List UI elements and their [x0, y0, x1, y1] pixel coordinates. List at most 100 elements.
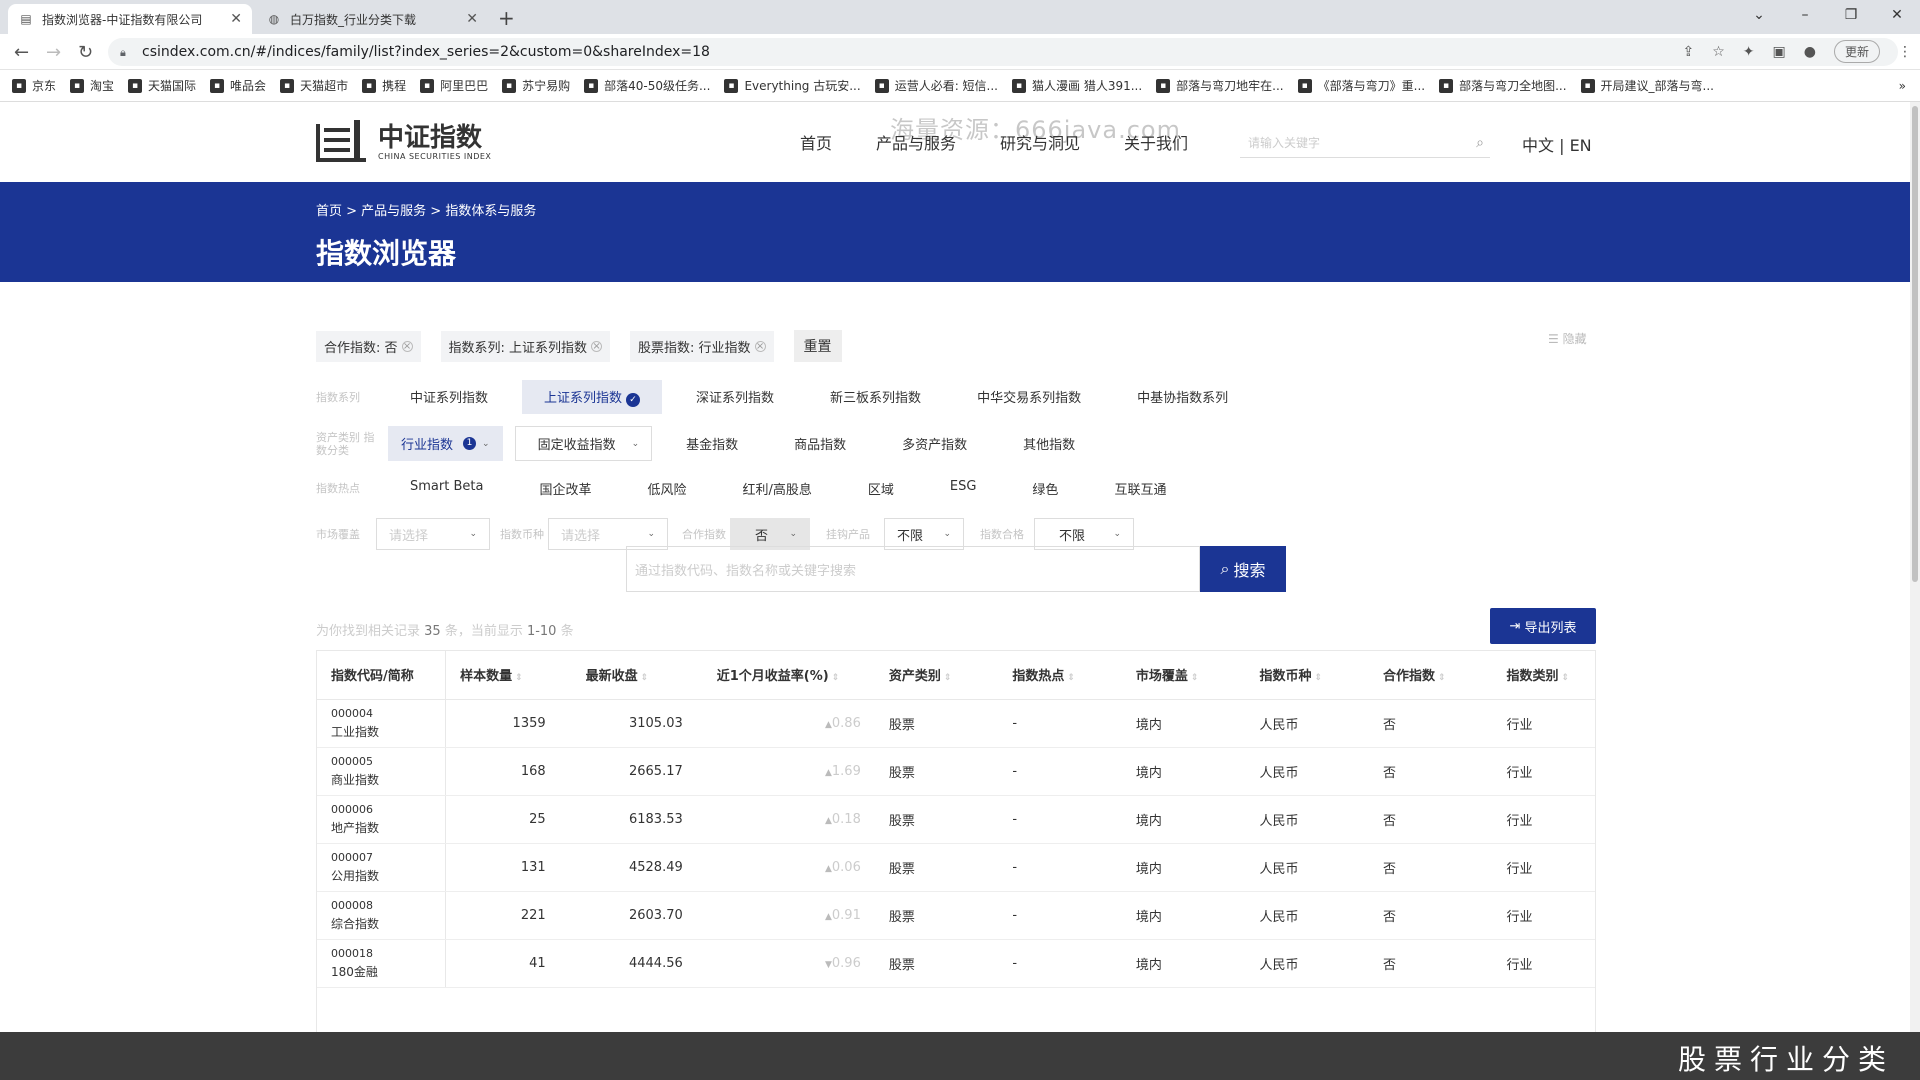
bookmark-item[interactable]: ▪ 部落40-50级任务... — [584, 77, 710, 94]
reload-icon[interactable]: ↻ — [78, 42, 93, 63]
column-header[interactable]: 合作指数 ⇕ — [1368, 651, 1493, 700]
series-option[interactable]: 中华交易系列指数 — [955, 380, 1104, 414]
table-row[interactable]: 000004工业指数13593105.03▲0.86股票-境内人民币否行业199 — [317, 699, 1595, 748]
minimize-button[interactable]: – — [1782, 0, 1828, 30]
close-icon[interactable]: × — [401, 340, 413, 352]
sort-icon[interactable]: ⇕ — [1562, 673, 1570, 683]
close-icon[interactable]: × — [591, 340, 603, 352]
table-row[interactable]: 000007公用指数1314528.49▲0.06股票-境内人民币否行业199 — [317, 843, 1595, 892]
index-name[interactable]: 180金融 — [331, 963, 445, 981]
index-search-input[interactable]: 通过指数代码、指数名称或关键字搜索 — [626, 546, 1200, 592]
bookmark-item[interactable]: ▪ 开局建议_部落与弯... — [1580, 77, 1714, 94]
update-button[interactable]: 更新 — [1833, 40, 1880, 63]
breadcrumb[interactable]: 首页 > 产品与服务 > 指数体系与服务 — [316, 200, 536, 219]
new-tab-button[interactable]: + — [498, 6, 515, 30]
column-header[interactable]: 样本数量 ⇕ — [445, 651, 572, 700]
index-code-name[interactable]: 000007 公用指数 — [317, 843, 447, 892]
close-icon[interactable]: ✕ — [466, 11, 478, 27]
sort-icon[interactable]: ⇕ — [1191, 673, 1199, 683]
sort-icon[interactable]: ⇕ — [1438, 673, 1446, 683]
asset-option[interactable]: 基金指数 — [664, 427, 761, 460]
bookmark-item[interactable]: ▪ 天猫国际 — [128, 77, 196, 94]
index-name[interactable]: 公用指数 — [331, 867, 445, 885]
language-switch[interactable]: 中文 | EN — [1522, 132, 1592, 156]
sidebar-icon[interactable]: ▣ — [1773, 44, 1786, 60]
bookmark-item[interactable]: ▪ 携程 — [362, 77, 406, 94]
nav-item[interactable]: 研究与洞见 — [1000, 130, 1080, 154]
site-search-input[interactable]: 请输入关键字 ⌕ — [1240, 128, 1490, 158]
more-bookmarks-icon[interactable]: » — [1899, 79, 1906, 93]
asset-option[interactable]: 商品指数 — [772, 427, 869, 460]
sort-icon[interactable]: ⇕ — [1314, 673, 1322, 683]
hide-filters-button[interactable]: ☰ 隐藏 — [1548, 330, 1587, 347]
url-field[interactable]: 🔒︎ csindex.com.cn/#/indices/family/list?… — [108, 38, 1898, 66]
index-code-name[interactable]: 000008 综合指数 — [317, 891, 447, 940]
export-button[interactable]: ⇥ 导出列表 — [1490, 608, 1596, 644]
column-header[interactable]: 指数热点 ⇕ — [998, 651, 1122, 700]
extensions-icon[interactable]: ✦ — [1743, 44, 1755, 60]
sort-icon[interactable]: ⇕ — [832, 673, 840, 683]
bookmark-item[interactable]: ▪ 部落与弯刀全地图... — [1439, 77, 1567, 94]
index-code-name[interactable]: 000018 180金融 — [317, 939, 447, 988]
bookmark-item[interactable]: ▪ 苏宁易购 — [502, 77, 570, 94]
nav-item[interactable]: 产品与服务 — [876, 130, 956, 154]
table-row[interactable]: 000008综合指数2212603.70▲0.91股票-境内人民币否行业199 — [317, 891, 1595, 940]
restore-button[interactable]: ❐ — [1828, 0, 1874, 30]
series-option[interactable]: 中基协指数系列 — [1115, 380, 1251, 414]
forward-icon[interactable]: → — [46, 42, 61, 63]
column-header[interactable]: 最新收盘 ⇕ — [571, 651, 703, 700]
nav-item[interactable]: 关于我们 — [1124, 130, 1188, 154]
bookmark-item[interactable]: ▪ 运营人必看: 短信... — [874, 77, 998, 94]
column-header[interactable]: 指数币种 ⇕ — [1245, 651, 1369, 700]
tab-search-icon[interactable]: ⌄ — [1736, 0, 1782, 30]
filter-chip[interactable]: 指数系列: 上证系列指数 × — [440, 330, 611, 362]
bookmark-item[interactable]: ▪ 猫人漫画 猎人391... — [1012, 77, 1142, 94]
table-row[interactable]: 000018180金融414444.56▼0.96股票-境内人民币否行业200 — [317, 939, 1595, 988]
index-code-name[interactable]: 000004 工业指数 — [317, 699, 447, 748]
series-option[interactable]: 中证系列指数 — [388, 380, 511, 414]
profile-icon[interactable]: ● — [1804, 44, 1816, 60]
star-icon[interactable]: ☆ — [1712, 44, 1725, 60]
close-window-button[interactable]: ✕ — [1874, 0, 1920, 30]
close-icon[interactable]: ✕ — [230, 11, 242, 27]
scrollbar-thumb[interactable] — [1912, 106, 1918, 582]
bookmark-item[interactable]: ▪ 阿里巴巴 — [420, 77, 488, 94]
column-header[interactable]: 市场覆盖 ⇕ — [1121, 651, 1246, 700]
nav-item[interactable]: 首页 — [800, 130, 832, 154]
scrollbar[interactable] — [1910, 102, 1920, 1032]
column-header[interactable]: 指数代码/简称 — [317, 651, 447, 700]
hot-option[interactable]: 红利/高股息 — [720, 472, 834, 505]
bookmark-item[interactable]: ▪ Everything 古玩安... — [724, 77, 861, 94]
bookmark-item[interactable]: ▪ 部落与弯刀地牢在... — [1156, 77, 1284, 94]
asset-option[interactable]: 多资产指数 — [880, 427, 990, 460]
bookmark-item[interactable]: ▪ 京东 — [12, 77, 56, 94]
hot-option[interactable]: 国企改革 — [517, 472, 614, 505]
index-name[interactable]: 综合指数 — [331, 915, 445, 933]
column-header[interactable]: 资产类别 ⇕ — [874, 651, 999, 700]
sort-icon[interactable]: ⇕ — [515, 673, 523, 683]
search-icon[interactable]: ⌕ — [1476, 135, 1484, 151]
reset-button[interactable]: 重置 — [793, 330, 842, 362]
filter-chip[interactable]: 股票指数: 行业指数 × — [630, 330, 774, 362]
hot-option[interactable]: Smart Beta — [388, 472, 506, 505]
asset-dropdown-industry[interactable]: 行业指数 1 ⌄ — [388, 426, 503, 461]
hot-option[interactable]: 互联互通 — [1092, 472, 1189, 505]
table-row[interactable]: 000005商业指数1682665.17▲1.69股票-境内人民币否行业199 — [317, 747, 1595, 796]
index-name[interactable]: 工业指数 — [331, 723, 445, 741]
sort-icon[interactable]: ⇕ — [641, 673, 649, 683]
sort-icon[interactable]: ⇕ — [944, 673, 952, 683]
asset-dropdown-fixed-income[interactable]: 固定收益指数 ⌄ — [514, 426, 653, 461]
bookmark-item[interactable]: ▪ 淘宝 — [70, 77, 114, 94]
hot-option[interactable]: ESG — [927, 472, 999, 505]
sort-icon[interactable]: ⇕ — [1067, 673, 1075, 683]
bookmark-item[interactable]: ▪ 唯品会 — [210, 77, 266, 94]
browser-tab[interactable]: ◍ 白万指数_行业分类下载 ✕ — [256, 4, 488, 34]
bookmark-item[interactable]: ▪ 天猫超市 — [280, 77, 348, 94]
close-icon[interactable]: × — [754, 340, 766, 352]
back-icon[interactable]: ← — [14, 42, 29, 63]
site-logo[interactable]: 中证指数 CHINA SECURITIES INDEX — [316, 120, 491, 164]
index-code-name[interactable]: 000005 商业指数 — [317, 747, 447, 796]
column-header[interactable]: 指数类别 ⇕ — [1492, 651, 1595, 700]
index-name[interactable]: 商业指数 — [331, 771, 445, 789]
hot-option[interactable]: 低风险 — [625, 472, 709, 505]
